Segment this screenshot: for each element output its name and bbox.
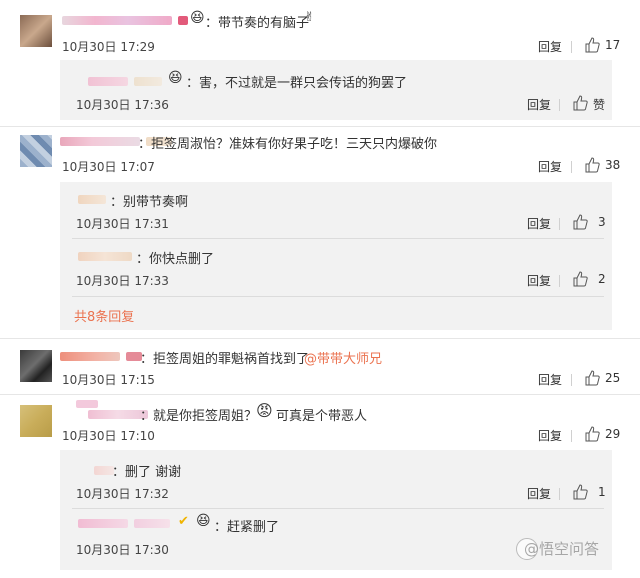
watermark: @悟空问答 — [524, 540, 600, 558]
more-replies-link[interactable]: 共8条回复 — [74, 306, 134, 325]
separator — [0, 394, 640, 395]
thumb-up-icon[interactable] — [572, 95, 588, 111]
username[interactable] — [78, 519, 128, 528]
separator — [72, 508, 604, 509]
username[interactable] — [62, 16, 172, 25]
username[interactable] — [60, 352, 120, 361]
reply-button[interactable]: 回复 — [527, 272, 551, 289]
comment-time: 10月30日 17:07 — [62, 160, 155, 174]
username[interactable] — [88, 77, 128, 86]
comment-time: 10月30日 17:10 — [62, 429, 155, 443]
reply-text: ：删了 谢谢 — [112, 465, 182, 480]
avatar[interactable] — [20, 135, 52, 167]
divider — [571, 374, 572, 386]
v-badge-icon: ✔ — [178, 514, 189, 529]
thumb-up-icon[interactable] — [572, 271, 588, 287]
username[interactable] — [134, 519, 170, 528]
separator — [0, 338, 640, 339]
comment-time: 10月30日 17:15 — [62, 373, 155, 387]
username[interactable] — [78, 252, 132, 261]
like-count: 17 — [605, 38, 621, 52]
user-badge — [178, 16, 188, 25]
reply-button[interactable]: 回复 — [527, 485, 551, 502]
victory-hand-icon: ✌ — [304, 10, 315, 25]
reply-text: ：别带节奏啊 — [110, 195, 189, 210]
comment-text: ：拒签周淑怡？准妹有你好果子吃！三天只内爆破你 — [138, 137, 438, 152]
like-count: 38 — [605, 158, 621, 172]
reply-text: ：害，不过就是一群只会传话的狗罢了 — [186, 76, 408, 91]
separator — [72, 238, 604, 239]
like-count: 25 — [605, 371, 621, 385]
username[interactable] — [94, 466, 114, 475]
mention-link[interactable]: @带带大师兄 — [304, 348, 382, 367]
like-count: 1 — [598, 485, 606, 499]
separator — [72, 296, 604, 297]
angry-face-icon: 😡 — [256, 401, 273, 420]
thumb-up-icon[interactable] — [584, 426, 600, 442]
like-label: 赞 — [593, 98, 606, 112]
username[interactable] — [134, 77, 162, 86]
username[interactable] — [60, 137, 140, 146]
separator — [0, 126, 640, 127]
divider — [571, 161, 572, 173]
comment-text: 可真是个带恶人 — [276, 409, 368, 424]
comment-text: ：拒签周姐的罪魁祸首找到了 — [140, 352, 310, 367]
reply-text: ：赶紧删了 — [214, 520, 280, 535]
like-count: 29 — [605, 427, 621, 441]
laugh-emoji-icon: 😆 — [168, 70, 183, 86]
reply-button[interactable]: 回复 — [538, 38, 562, 55]
reply-text: ：你快点删了 — [136, 252, 215, 267]
thumb-up-icon[interactable] — [572, 214, 588, 230]
laugh-emoji-icon: 😆 — [190, 10, 205, 26]
comment-time: 10月30日 17:29 — [62, 40, 155, 54]
reply-time: 10月30日 17:32 — [76, 487, 169, 501]
username[interactable] — [78, 195, 106, 204]
reply-time: 10月30日 17:30 — [76, 543, 169, 557]
divider — [559, 488, 560, 500]
avatar[interactable] — [20, 350, 52, 382]
thumb-up-icon[interactable] — [584, 157, 600, 173]
divider — [571, 430, 572, 442]
divider — [559, 275, 560, 287]
reply-button[interactable]: 回复 — [538, 158, 562, 175]
thumb-up-icon[interactable] — [584, 37, 600, 53]
username[interactable] — [88, 410, 148, 419]
reply-button[interactable]: 回复 — [538, 427, 562, 444]
reply-time: 10月30日 17:36 — [76, 98, 169, 112]
reply-button[interactable]: 回复 — [527, 96, 551, 113]
avatar[interactable] — [20, 15, 52, 47]
username[interactable] — [76, 400, 98, 408]
laugh-emoji-icon: 😆 — [196, 513, 211, 529]
reply-button[interactable]: 回复 — [538, 371, 562, 388]
divider — [559, 218, 560, 230]
thumb-up-icon[interactable] — [572, 484, 588, 500]
avatar[interactable] — [20, 405, 52, 437]
reply-time: 10月30日 17:33 — [76, 274, 169, 288]
like-count: 2 — [598, 272, 606, 286]
like-count: 3 — [598, 215, 606, 229]
divider — [571, 41, 572, 53]
divider — [559, 99, 560, 111]
comment-text: ：带节奏的有脑子 — [205, 16, 310, 31]
thumb-up-icon[interactable] — [584, 370, 600, 386]
reply-button[interactable]: 回复 — [527, 215, 551, 232]
comment-text: ：就是你拒签周姐？ — [140, 409, 258, 424]
reply-time: 10月30日 17:31 — [76, 217, 169, 231]
